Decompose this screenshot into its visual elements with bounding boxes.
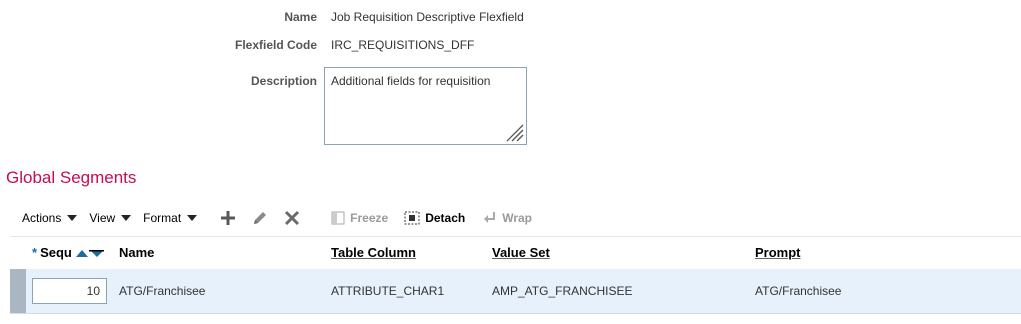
freeze-button[interactable]: Freeze <box>331 211 388 225</box>
actions-menu-label: Actions <box>22 211 62 225</box>
format-menu-label: Format <box>143 211 182 225</box>
freeze-label: Freeze <box>350 211 389 225</box>
wrap-icon <box>484 212 496 223</box>
pencil-icon <box>254 212 267 224</box>
resize-grip-icon[interactable] <box>504 122 524 142</box>
description-text: Additional fields for requisition <box>331 74 491 88</box>
description-label: Description <box>250 74 317 88</box>
wrap-button[interactable]: Wrap <box>483 211 532 225</box>
column-header-name[interactable]: Name <box>119 245 154 260</box>
freeze-icon <box>331 211 345 225</box>
view-menu[interactable]: View <box>89 211 132 225</box>
table-toolbar: Actions View Format Freeze Detach Wrap <box>10 204 1021 232</box>
column-header-prompt[interactable]: Prompt <box>755 245 801 260</box>
sort-icon[interactable] <box>74 247 106 259</box>
table-row[interactable]: 10 ATG/Franchisee ATTRIBUTE_CHAR1 AMP_AT… <box>10 269 1021 314</box>
name-value: Job Requisition Descriptive Flexfield <box>331 10 524 24</box>
column-header-table-column[interactable]: Table Column <box>331 245 416 260</box>
delete-button[interactable] <box>281 207 303 229</box>
name-label: Name <box>284 10 317 24</box>
chevron-down-icon <box>187 215 198 221</box>
detach-button[interactable]: Detach <box>404 211 465 225</box>
wrap-label: Wrap <box>502 211 533 225</box>
cell-value-set: AMP_ATG_FRANCHISEE <box>492 284 633 298</box>
actions-menu[interactable]: Actions <box>22 211 78 225</box>
plus-icon <box>221 211 236 225</box>
detach-label: Detach <box>425 211 466 225</box>
description-textarea[interactable]: Additional fields for requisition <box>324 67 527 145</box>
format-menu[interactable]: Format <box>143 211 198 225</box>
column-header-sequence-label: Sequ <box>40 245 72 260</box>
flexfield-code-label: Flexfield Code <box>234 38 317 52</box>
cell-table-column: ATTRIBUTE_CHAR1 <box>331 284 445 298</box>
required-marker: * <box>32 245 38 260</box>
edit-button[interactable] <box>249 207 271 229</box>
global-segments-table: * Sequ Name Table Column Value Set Prompt… <box>10 236 1021 316</box>
column-header-value-set[interactable]: Value Set <box>492 245 550 260</box>
chevron-down-icon <box>121 215 132 221</box>
flexfield-code-value: IRC_REQUISITIONS_DFF <box>331 38 475 52</box>
cell-prompt: ATG/Franchisee <box>755 284 842 298</box>
chevron-down-icon <box>67 215 78 221</box>
table-header: * Sequ Name Table Column Value Set Prompt <box>10 236 1021 270</box>
cell-name: ATG/Franchisee <box>119 284 206 298</box>
sequence-input[interactable]: 10 <box>32 278 107 304</box>
view-menu-label: View <box>89 211 116 225</box>
column-header-sequence[interactable]: * Sequ <box>32 245 104 260</box>
add-button[interactable] <box>217 207 239 229</box>
row-selector[interactable] <box>10 269 26 313</box>
section-title-global-segments: Global Segments <box>6 168 137 187</box>
detach-icon <box>404 211 420 225</box>
x-icon <box>285 210 300 226</box>
